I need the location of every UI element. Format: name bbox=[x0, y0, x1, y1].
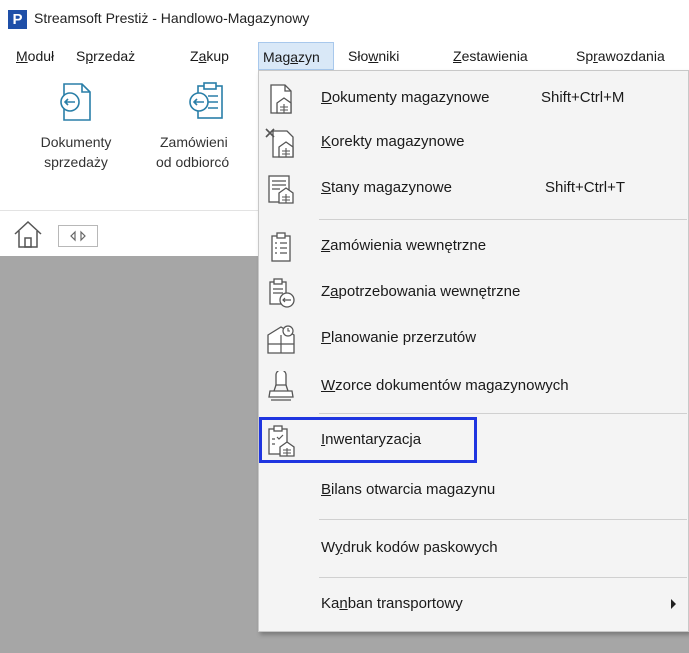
menu-modul-mnemonic: M bbox=[16, 48, 28, 64]
menu-slowniki-pre: Sło bbox=[348, 48, 369, 64]
home-icon[interactable] bbox=[12, 219, 44, 249]
menu-separator bbox=[319, 413, 687, 414]
menu-magazyn[interactable]: Magazyn bbox=[258, 42, 334, 70]
menu-item-label: Zapotrzebowania wewnętrzne bbox=[321, 283, 521, 300]
menu-item-korekty-magazynowe[interactable]: Korekty magazynowe bbox=[259, 121, 688, 165]
menu-item-label: Wydruk kodów paskowych bbox=[321, 539, 498, 556]
warehouse-stock-icon bbox=[268, 175, 294, 204]
warehouse-correction-icon bbox=[265, 128, 294, 158]
transfer-planning-icon bbox=[267, 325, 295, 354]
menu-item-stany-magazynowe[interactable]: Stany magazynowe Shift+Ctrl+T bbox=[259, 167, 688, 211]
menu-item-zamowienia-wewnetrzne[interactable]: Zamówienia wewnętrzne bbox=[259, 225, 688, 269]
tab-scroll-button[interactable] bbox=[58, 225, 98, 247]
menu-item-dokumenty-magazynowe[interactable]: Dokumenty magazynowe Shift+Ctrl+M bbox=[259, 77, 688, 121]
menu-sprzedaz-label: rzedaż bbox=[93, 48, 136, 64]
menu-sprawozdania-label: awozdania bbox=[597, 48, 665, 64]
ribbon-button-label-1: Zamówieni bbox=[160, 134, 228, 150]
magazyn-dropdown-menu: Dokumenty magazynowe Shift+Ctrl+M Korekt… bbox=[258, 70, 689, 632]
menu-item-wzorce-dokumentow[interactable]: Wzorce dokumentów magazynowych bbox=[259, 365, 688, 409]
ribbon-button-label-1: Dokumenty bbox=[40, 134, 112, 150]
app-logo-icon: P bbox=[8, 10, 27, 29]
menu-item-bilans-otwarcia[interactable]: Bilans otwarcia magazynu bbox=[259, 469, 688, 513]
menu-item-label: Stany magazynowe bbox=[321, 179, 452, 196]
menu-item-label: Bilans otwarcia magazynu bbox=[321, 481, 496, 498]
menu-slowniki-label: niki bbox=[378, 48, 400, 64]
document-stamp-icon bbox=[268, 371, 294, 401]
menu-magazyn-label: zyn bbox=[298, 49, 320, 65]
menu-sprawozdania-pre: Sp bbox=[576, 48, 594, 64]
internal-demand-icon bbox=[269, 278, 295, 308]
menu-zakup[interactable]: Zakup bbox=[190, 42, 229, 70]
menu-slowniki[interactable]: Słowniki bbox=[348, 42, 399, 70]
menu-sprzedaz[interactable]: Sprzedaż bbox=[76, 42, 135, 70]
warehouse-document-icon bbox=[270, 84, 292, 114]
left-right-arrows-icon bbox=[70, 230, 86, 242]
menu-item-shortcut: Shift+Ctrl+T bbox=[545, 179, 626, 196]
menu-separator bbox=[319, 519, 687, 520]
selection-highlight-box bbox=[259, 417, 477, 463]
menu-item-kanban-transportowy[interactable]: Kanban transportowy bbox=[259, 583, 688, 627]
ribbon-zamowienia-button[interactable]: Zamówieni od odbiorcó bbox=[156, 80, 258, 172]
menu-bar: Moduł Sprzedaż Zakup Magazyn Słowniki Ze… bbox=[0, 42, 689, 70]
order-list-arrow-icon bbox=[189, 82, 223, 119]
menu-separator bbox=[319, 577, 687, 578]
menu-separator bbox=[319, 219, 687, 220]
submenu-arrow-icon bbox=[671, 599, 676, 609]
menu-item-label: Wzorce dokumentów magazynowych bbox=[321, 377, 569, 394]
menu-item-label: Planowanie przerzutów bbox=[321, 329, 477, 346]
menu-zestawienia-label: estawienia bbox=[461, 48, 528, 64]
menu-item-label: Kanban transportowy bbox=[321, 595, 463, 612]
title-bar: P Streamsoft Prestiż - Handlowo-Magazyno… bbox=[0, 0, 689, 40]
menu-sprzedaz-pre: S bbox=[76, 48, 86, 64]
document-arrow-icon bbox=[60, 83, 91, 121]
menu-sprzedaz-mnemonic: p bbox=[85, 48, 94, 64]
menu-item-label: Dokumenty magazynowe bbox=[321, 89, 490, 106]
menu-item-planowanie-przerzutow[interactable]: Planowanie przerzutów bbox=[259, 317, 688, 361]
ribbon-button-label-2: sprzedaży bbox=[44, 154, 108, 170]
menu-zakup-label: kup bbox=[206, 48, 229, 64]
menu-sprawozdania[interactable]: Sprawozdania bbox=[576, 42, 665, 70]
menu-zestawienia-mnemonic: Z bbox=[453, 48, 462, 64]
ribbon-button-label-2: od odbiorcó bbox=[156, 154, 230, 170]
window-title: Streamsoft Prestiż - Handlowo-Magazynowy bbox=[34, 10, 310, 26]
menu-zakup-pre: Z bbox=[190, 48, 199, 64]
menu-item-label: Zamówienia wewnętrzne bbox=[321, 237, 487, 254]
menu-item-wydruk-kodow[interactable]: Wydruk kodów paskowych bbox=[259, 527, 688, 571]
menu-magazyn-pre: Mag bbox=[263, 49, 291, 65]
internal-order-icon bbox=[271, 232, 291, 262]
menu-modul[interactable]: Moduł bbox=[16, 42, 54, 70]
menu-magazyn-mnemonic: a bbox=[290, 49, 299, 65]
menu-modul-label: oduł bbox=[27, 48, 55, 64]
menu-slowniki-mnemonic: w bbox=[368, 48, 379, 64]
menu-item-zapotrzebowania-wewnetrzne[interactable]: Zapotrzebowania wewnętrzne bbox=[259, 271, 688, 315]
menu-item-label: Korekty magazynowe bbox=[321, 133, 465, 150]
menu-item-shortcut: Shift+Ctrl+M bbox=[541, 89, 625, 106]
ribbon-dokumenty-sprzedazy-button[interactable]: Dokumenty sprzedaży bbox=[26, 80, 126, 172]
menu-zestawienia[interactable]: Zestawienia bbox=[453, 42, 528, 70]
